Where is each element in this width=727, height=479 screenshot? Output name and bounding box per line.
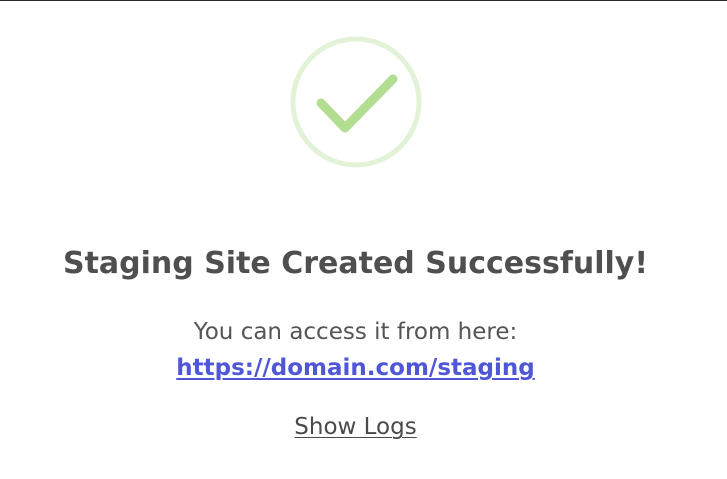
success-title: Staging Site Created Successfully! xyxy=(62,246,649,281)
show-logs-container: Show Logs xyxy=(0,411,711,443)
access-message: You can access it from here: xyxy=(193,319,518,345)
top-border xyxy=(0,0,727,1)
checkmark-circle-icon xyxy=(289,35,423,169)
staging-site-link[interactable]: https://domain.com/staging xyxy=(176,355,534,381)
staging-link-container: https://domain.com/staging xyxy=(0,352,711,384)
show-logs-button[interactable]: Show Logs xyxy=(294,414,416,440)
